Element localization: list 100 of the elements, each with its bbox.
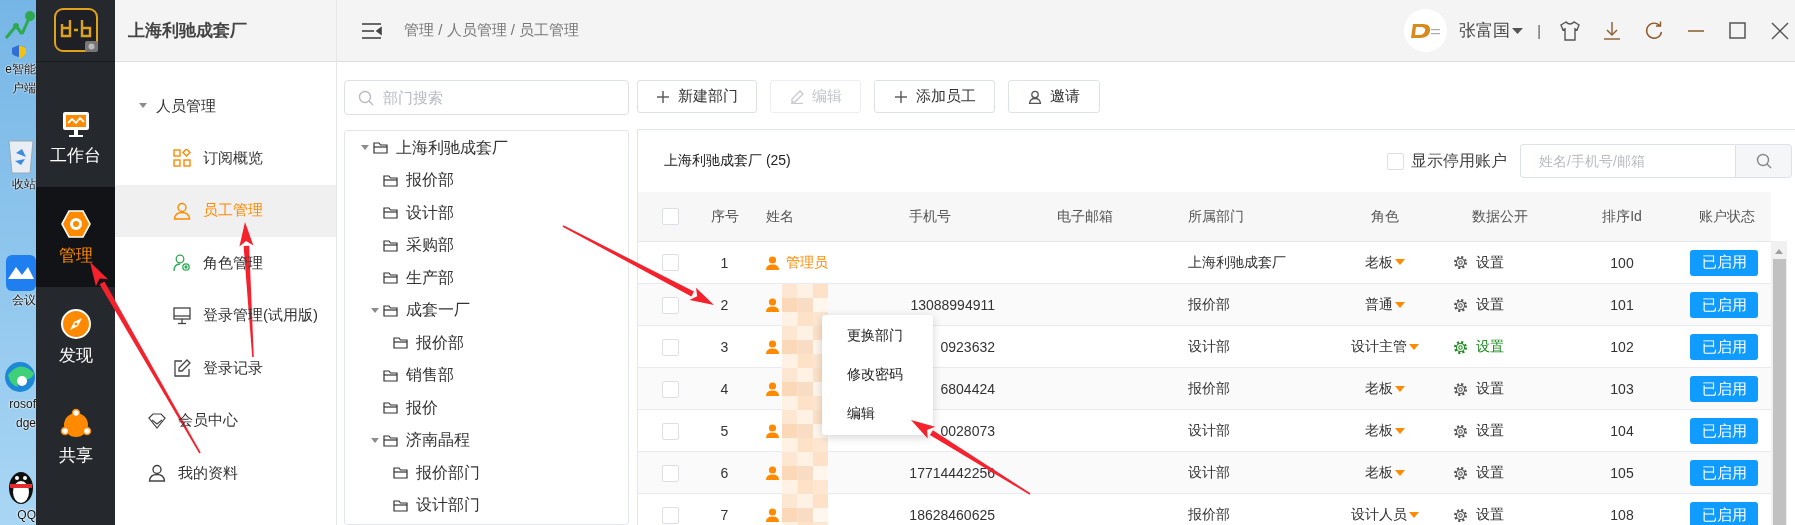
checkbox-label[interactable]: 显示停用账户 <box>1411 150 1507 172</box>
folder-icon <box>393 336 409 351</box>
sidebar-item[interactable]: 订阅概览 <box>115 132 336 185</box>
table-row[interactable]: 6 17714442256 设计部 老板 设置 105 已启用 <box>638 452 1771 494</box>
table-cell: 报价部 <box>1188 296 1230 314</box>
caret-icon <box>1408 343 1419 351</box>
column-header: 序号 <box>710 207 739 226</box>
nav-item[interactable]: 管理 <box>36 187 115 287</box>
checkbox[interactable] <box>661 296 679 314</box>
search-icon <box>358 90 374 106</box>
desktop-icon-label: 收站 <box>12 176 36 194</box>
settings-link[interactable]: 设置 <box>1453 422 1504 440</box>
tree-item[interactable]: 报价部 <box>345 164 628 197</box>
role-dropdown[interactable]: 老板 <box>1364 422 1405 440</box>
nav-item[interactable]: 发现 <box>36 287 115 387</box>
column-header: 所属部门 <box>1188 207 1244 226</box>
checkbox[interactable] <box>661 464 679 482</box>
nav-item[interactable]: 工作台 <box>36 87 115 187</box>
shirt-icon[interactable] <box>1559 19 1581 42</box>
desktop-icon-label: 户端 <box>12 80 36 97</box>
table-cell: 设计部 <box>1188 338 1230 356</box>
blur-mosaic <box>782 494 828 525</box>
role-dropdown[interactable]: 老板 <box>1364 464 1405 482</box>
tree-item[interactable]: 设计部 <box>345 197 628 230</box>
user-menu[interactable]: 张富国 <box>1459 19 1524 42</box>
role-dropdown[interactable]: 老板 <box>1364 253 1405 272</box>
checkbox[interactable] <box>661 254 679 271</box>
checkbox[interactable] <box>661 506 679 524</box>
role-dropdown[interactable]: 设计主管 <box>1350 338 1419 356</box>
tree-item[interactable]: 上海利驰成套厂 <box>345 132 628 165</box>
settings-link[interactable]: 设置 <box>1453 464 1504 482</box>
settings-link[interactable]: 设置 <box>1453 253 1504 272</box>
settings-link[interactable]: 设置 <box>1453 506 1504 524</box>
scrollbar-thumb[interactable] <box>1772 259 1786 525</box>
tree-item[interactable]: 销售部 <box>345 359 628 392</box>
plus-icon <box>656 89 670 104</box>
refresh-icon[interactable] <box>1643 19 1665 42</box>
checkbox[interactable] <box>661 380 679 398</box>
table-cell: 103 <box>1610 381 1634 397</box>
app-logo[interactable] <box>52 8 99 53</box>
table-cell: 4 <box>720 381 729 397</box>
hexagon-icon <box>59 207 92 240</box>
caret-icon <box>1394 469 1405 477</box>
compass-icon <box>59 307 92 340</box>
tree-item[interactable]: 报价部门 <box>345 457 628 490</box>
maximize-icon[interactable] <box>1727 19 1749 42</box>
checkbox[interactable] <box>1387 152 1404 170</box>
download-icon[interactable] <box>1601 19 1623 42</box>
toolbar-button[interactable]: 新建部门 <box>637 80 757 113</box>
table-row[interactable]: 2 13088994911 报价部 普通 设置 101 已启用 <box>638 284 1771 326</box>
table-cell-text: 6804424 <box>939 381 995 397</box>
staff-search-field[interactable]: 姓名/手机号/邮箱 <box>1520 144 1735 178</box>
search-button[interactable] <box>1735 144 1792 178</box>
tree-item[interactable]: 成套一厂 <box>345 294 628 327</box>
table-cell: 2 <box>720 297 729 313</box>
menu-collapse-icon[interactable] <box>362 22 382 39</box>
department-search-field[interactable]: 部门搜索 <box>344 80 629 115</box>
role-dropdown[interactable]: 老板 <box>1364 380 1405 398</box>
settings-link[interactable]: 设置 <box>1453 338 1504 356</box>
menu-group-label[interactable]: 人员管理 <box>156 96 216 116</box>
network-shield-icon[interactable] <box>2 8 36 60</box>
close-icon[interactable] <box>1769 19 1791 42</box>
table-cell: 上海利驰成套厂 <box>1188 253 1286 272</box>
person-icon <box>766 466 779 480</box>
tree-item[interactable]: 济南晶程 <box>345 424 628 457</box>
blur-mosaic <box>782 452 828 494</box>
tree-item[interactable]: 报价部 <box>345 327 628 360</box>
folder-icon <box>383 433 399 448</box>
gear-icon <box>1453 423 1468 439</box>
toolbar-button[interactable]: 邀请 <box>1008 80 1100 113</box>
tree-item[interactable]: 采购部 <box>345 229 628 262</box>
role-dropdown[interactable]: 设计人员 <box>1350 506 1419 524</box>
desktop-icon-label: dge <box>15 415 36 433</box>
cloud-app-icon[interactable] <box>6 254 36 291</box>
checkbox[interactable] <box>661 208 679 225</box>
caret-icon <box>1394 427 1405 435</box>
role-dropdown[interactable]: 普通 <box>1364 296 1405 314</box>
column-header: 角色 <box>1370 207 1399 226</box>
settings-link[interactable]: 设置 <box>1453 380 1504 398</box>
column-header: 电子邮箱 <box>1056 207 1113 226</box>
table-cell: 报价部 <box>1188 380 1230 398</box>
diamond-icon <box>148 411 166 430</box>
desktop-icon-label: rosof <box>9 396 36 414</box>
checkbox[interactable] <box>661 338 679 356</box>
tree-item[interactable]: 设计部门 <box>345 489 628 522</box>
settings-link[interactable]: 设置 <box>1453 296 1504 314</box>
tree-item[interactable]: 报价 <box>345 392 628 425</box>
nav-item[interactable]: 共享 <box>36 387 115 487</box>
sidebar-item[interactable]: 登录记录 <box>115 342 336 395</box>
tree-label: 报价部 <box>416 332 464 353</box>
gear-icon <box>1453 297 1468 313</box>
tree-label: 销售部 <box>406 365 454 386</box>
user-icon <box>148 464 166 483</box>
scroll-up-icon[interactable] <box>1774 247 1784 255</box>
toolbar-button[interactable]: 添加员工 <box>874 80 995 113</box>
checkbox[interactable] <box>661 422 679 440</box>
tree-item[interactable]: 生产部 <box>345 262 628 295</box>
sidebar-item[interactable]: 我的资料 <box>115 447 336 500</box>
plus-icon <box>893 89 908 104</box>
scrollbar[interactable] <box>1771 241 1787 525</box>
